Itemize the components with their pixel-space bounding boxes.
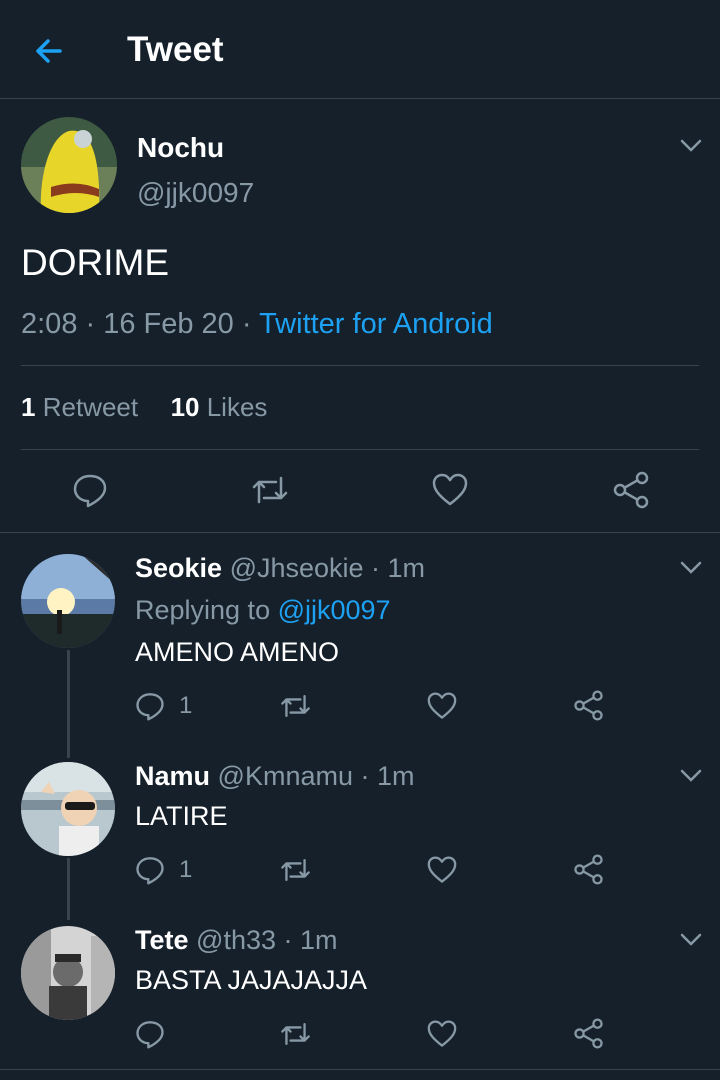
like-label[interactable]: Likes xyxy=(207,392,268,422)
chevron-down-icon[interactable] xyxy=(679,138,703,154)
divider xyxy=(21,449,699,450)
avatar[interactable] xyxy=(21,554,115,648)
replying-to: Replying to @jjk0097 xyxy=(135,595,391,626)
retweet-label[interactable]: Retweet xyxy=(43,392,138,422)
share-button[interactable] xyxy=(573,854,604,885)
reply-text: AMENO AMENO xyxy=(135,637,340,667)
reply-handle-time: @Kmnamu · 1m xyxy=(217,761,415,791)
retweet-icon xyxy=(252,476,288,504)
chevron-down-icon[interactable] xyxy=(679,932,703,948)
page-title: Tweet xyxy=(127,30,224,69)
reply-author-name[interactable]: Seokie xyxy=(135,553,222,583)
main-tweet: Nochu @jjk0097 DORIME 2:08 · 16 Feb 20 ·… xyxy=(0,100,720,533)
like-button[interactable] xyxy=(432,473,468,507)
comment-icon xyxy=(136,857,164,885)
tweet-source-link[interactable]: Twitter for Android xyxy=(259,308,493,340)
like-button[interactable] xyxy=(427,856,457,884)
tweet-stats: 1 Retweet 10 Likes xyxy=(21,392,267,423)
heart-icon xyxy=(432,473,468,506)
tweet-time: 2:08 · 16 Feb 20 · xyxy=(21,308,260,340)
share-button[interactable] xyxy=(612,471,650,509)
chevron-down-icon[interactable] xyxy=(679,560,703,576)
retweet-button[interactable] xyxy=(250,473,290,507)
reply-tweet[interactable]: Tete @th33 · 1m BASTA JAJAJAJJA xyxy=(0,922,720,1070)
share-icon xyxy=(574,690,603,721)
reply-button[interactable] xyxy=(135,1019,165,1049)
reply-tweet[interactable]: Seokie @Jhseokie · 1m Replying to @jjk00… xyxy=(0,534,720,758)
avatar[interactable] xyxy=(21,926,115,1020)
chevron-down-icon[interactable] xyxy=(679,768,703,784)
share-button[interactable] xyxy=(573,1018,604,1049)
like-button[interactable] xyxy=(427,1020,457,1048)
share-icon xyxy=(574,854,603,885)
avatar[interactable] xyxy=(21,117,117,213)
heart-icon xyxy=(427,692,457,719)
back-button[interactable] xyxy=(30,32,68,70)
share-button[interactable] xyxy=(573,690,604,721)
reply-text: LATIRE xyxy=(135,801,228,831)
comment-icon xyxy=(73,474,107,508)
author-handle[interactable]: @jjk0097 xyxy=(137,177,254,209)
share-icon xyxy=(574,1018,603,1049)
arrow-left-icon xyxy=(36,39,62,63)
reply-header: Tete @th33 · 1m xyxy=(135,925,338,956)
retweet-icon xyxy=(281,1022,310,1046)
like-count: 10 xyxy=(170,392,200,422)
reply-header: Namu @Kmnamu · 1m xyxy=(135,761,414,792)
top-bar: Tweet xyxy=(0,0,720,99)
reply-handle-time: @th33 · 1m xyxy=(196,925,338,955)
reply-text: BASTA JAJAJAJJA xyxy=(135,965,368,995)
retweet-icon xyxy=(281,694,310,718)
reply-button[interactable]: 1 xyxy=(135,855,192,885)
divider xyxy=(21,365,699,366)
retweet-count: 1 xyxy=(21,392,36,422)
comment-icon xyxy=(136,1021,164,1049)
tweet-timestamp: 2:08 · 16 Feb 20 · Twitter for Android xyxy=(21,308,493,341)
retweet-button[interactable] xyxy=(279,692,312,720)
reply-header: Seokie @Jhseokie · 1m xyxy=(135,553,425,584)
reply-button[interactable]: 1 xyxy=(135,691,192,721)
reply-author-name[interactable]: Tete xyxy=(135,925,189,955)
reply-button[interactable] xyxy=(72,472,108,508)
reply-tweet[interactable]: Namu @Kmnamu · 1m LATIRE 1 xyxy=(0,758,720,922)
retweet-icon xyxy=(281,858,310,882)
heart-icon xyxy=(427,1020,457,1047)
reply-count: 1 xyxy=(179,692,193,719)
reply-count: 1 xyxy=(179,856,193,883)
share-icon xyxy=(613,471,649,509)
replying-prefix: Replying to xyxy=(135,595,278,625)
mention-link[interactable]: @jjk0097 xyxy=(278,595,391,625)
avatar[interactable] xyxy=(21,762,115,856)
author-name[interactable]: Nochu xyxy=(137,132,224,164)
like-button[interactable] xyxy=(427,692,457,720)
comment-icon xyxy=(136,693,164,721)
retweet-button[interactable] xyxy=(279,1020,312,1048)
retweet-button[interactable] xyxy=(279,856,312,884)
tweet-text: DORIME xyxy=(21,242,169,283)
reply-author-name[interactable]: Namu xyxy=(135,761,210,791)
reply-handle-time: @Jhseokie · 1m xyxy=(229,553,426,583)
heart-icon xyxy=(427,856,457,883)
